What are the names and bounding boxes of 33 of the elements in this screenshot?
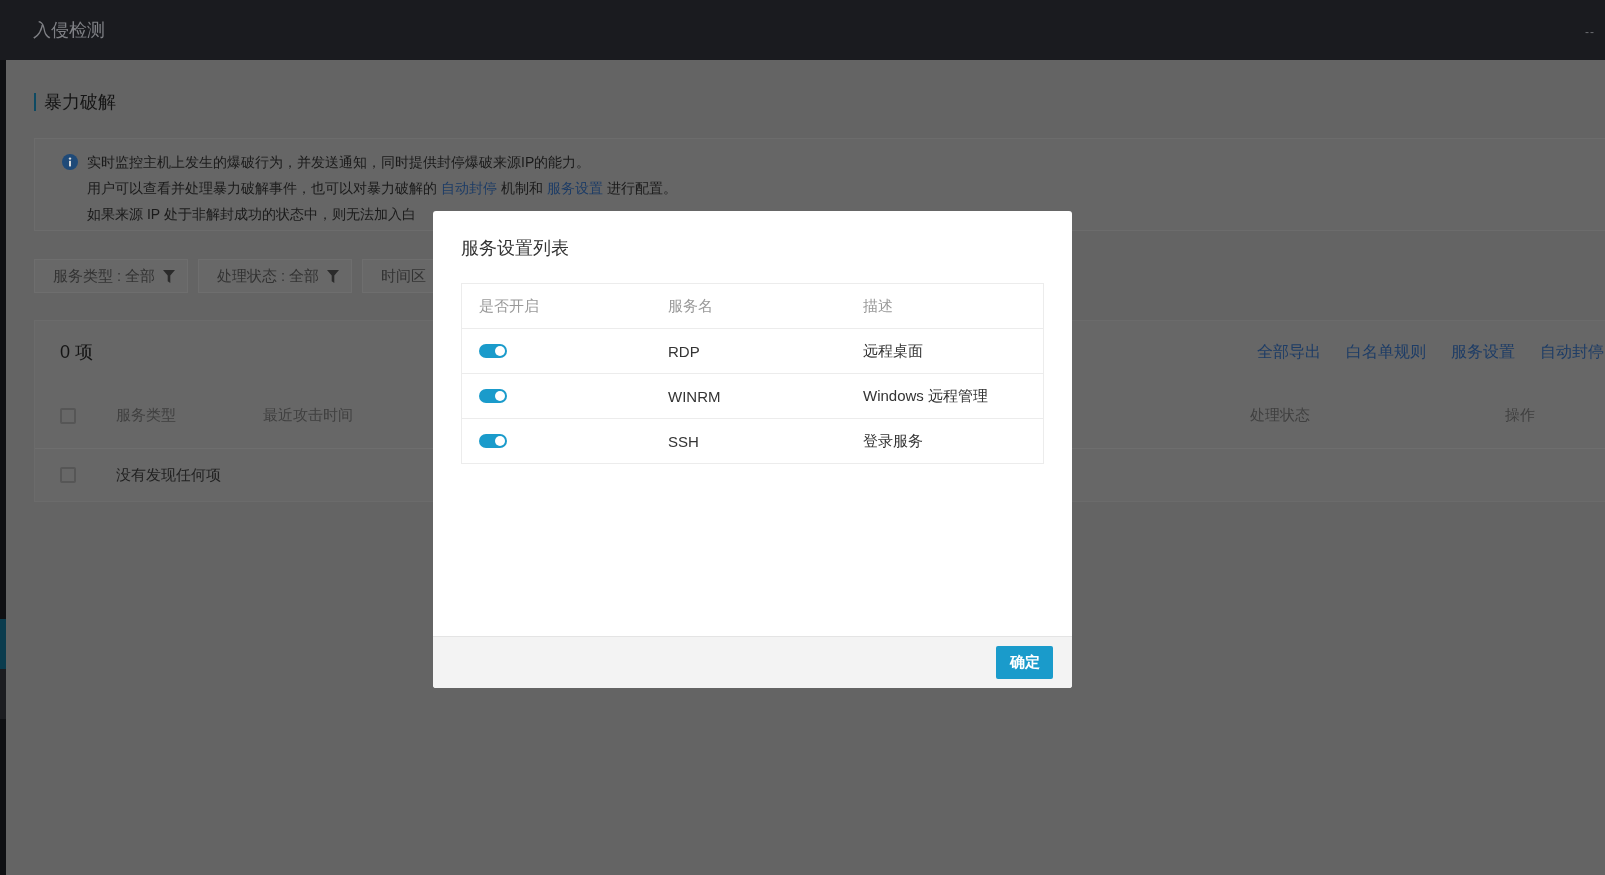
text-link[interactable]: 服务设置 [546, 180, 603, 196]
filter-icon [327, 269, 339, 283]
column-header: 服务名 [668, 296, 713, 316]
toolbar-link[interactable]: 白名单规则 [1346, 341, 1426, 363]
table-cell: 远程桌面 [863, 341, 923, 361]
table-cell: 登录服务 [863, 431, 923, 451]
item-count: 0 项 [60, 341, 93, 364]
toggle-switch[interactable] [479, 344, 507, 358]
modal-title: 服务设置列表 [461, 237, 569, 259]
page-title: 入侵检测 [33, 19, 105, 42]
header-status-text: -- [1585, 25, 1595, 39]
info-icon [62, 154, 78, 170]
info-text: 用户可以查看并处理暴力破解事件，也可以对暴力破解的 自动封停 机制和 服务设置 进行配置。 [87, 179, 677, 198]
table-cell: SSH [668, 432, 699, 450]
sidebar-item[interactable] [0, 619, 6, 669]
filter-icon [163, 269, 175, 283]
column-header: 是否开启 [479, 296, 539, 316]
sidebar-item[interactable] [0, 669, 6, 719]
toolbar-link[interactable]: 服务设置 [1451, 341, 1515, 363]
info-text: 实时监控主机上发生的爆破行为，并发送通知，同时提供封停爆破来源IP的能力。 [87, 153, 591, 172]
info-text: 如果来源 IP 处于非解封成功的状态中，则无法加入白 [87, 205, 416, 224]
toolbar-link[interactable]: 全部导出 [1257, 341, 1321, 363]
toolbar-link[interactable]: 自动封停 [1540, 341, 1604, 363]
section-title: 暴力破解 [34, 93, 116, 111]
column-header: 描述 [863, 296, 893, 316]
empty-message: 没有发现任何项 [116, 465, 221, 485]
toggle-switch[interactable] [479, 434, 507, 448]
table-cell: WINRM [668, 387, 721, 405]
table-cell: Windows 远程管理 [863, 386, 989, 406]
table-cell: RDP [668, 342, 700, 360]
text-link[interactable]: 自动封停 [440, 180, 497, 196]
toggle-switch[interactable] [479, 389, 507, 403]
confirm-button[interactable]: 确定 [996, 646, 1053, 679]
